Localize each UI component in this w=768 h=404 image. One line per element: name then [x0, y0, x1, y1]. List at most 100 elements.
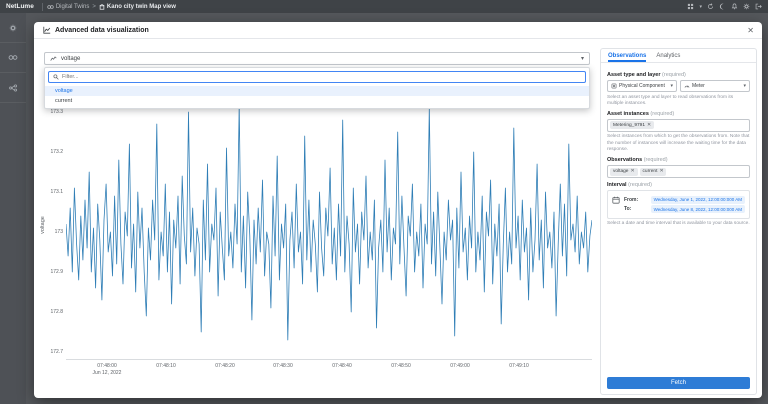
gear-icon — [9, 24, 17, 32]
asset-type-select[interactable]: Physical Component ▾ — [607, 80, 677, 92]
tab-analytics[interactable]: Analytics — [656, 49, 680, 62]
x-tick: 07:48:30 — [273, 363, 292, 369]
observation-chip: current ✕ — [640, 168, 667, 176]
breadcrumb-page-label: Kano city twin Map view — [107, 4, 176, 10]
interval-from-value[interactable]: Wednesday, June 1, 2022, 12:00:00:000 AM — [651, 196, 745, 204]
dropdown-filter[interactable] — [48, 71, 586, 83]
dropdown-option-current[interactable]: current — [45, 96, 589, 106]
asset-type-value: Physical Component — [619, 83, 665, 89]
close-icon[interactable]: ✕ — [747, 26, 754, 35]
tab-observations[interactable]: Observations — [608, 49, 646, 62]
chip-remove-icon[interactable]: ✕ — [630, 169, 634, 174]
x-tick-date: Jun 12, 2022 — [93, 370, 122, 376]
sidebar-item-settings[interactable] — [0, 13, 26, 43]
observations-label: Observations (required) — [607, 157, 750, 163]
chevron-down-icon: ▾ — [670, 84, 673, 89]
y-tick: 173.1 — [36, 189, 63, 195]
twin-building-icon — [99, 4, 105, 10]
interval-help: Select a date and time interval that is … — [607, 221, 750, 227]
digital-twins-icon — [47, 4, 54, 10]
interval-to-label: To: — [624, 206, 631, 212]
apps-chevron-down-icon[interactable]: ▾ — [699, 4, 702, 10]
asset-instances-input[interactable]: Metering_9791 ✕ — [607, 119, 750, 132]
chip-remove-icon[interactable]: ✕ — [659, 169, 663, 174]
chip-remove-icon[interactable]: ✕ — [647, 123, 651, 128]
voltage-series — [66, 100, 592, 360]
brand-logo[interactable]: NetLume — [6, 3, 34, 10]
sign-out-icon[interactable] — [755, 3, 762, 10]
breadcrumb-digital-twins[interactable]: Digital Twins — [47, 4, 90, 10]
topbar-actions: ▾ — [687, 3, 762, 10]
breadcrumb-page[interactable]: Kano city twin Map view — [99, 4, 176, 10]
observations-label-text: Observations — [607, 157, 642, 163]
physical-component-icon — [611, 83, 617, 89]
observation-chip-label: current — [643, 169, 658, 174]
advanced-data-visualization-modal: Advanced data visualization ✕ voltage ▾ … — [34, 22, 762, 398]
left-sidebar — [0, 13, 26, 404]
app-canvas: NetLume Digital Twins > Kano city twin M… — [0, 0, 768, 404]
asset-instances-help: Select instances from which to get the o… — [607, 134, 750, 153]
notifications-bell-icon[interactable] — [731, 3, 738, 10]
observations-input[interactable]: voltage ✕ current ✕ — [607, 165, 750, 178]
y-tick: 172.8 — [36, 309, 63, 315]
layer-select[interactable]: Meter ▾ — [680, 80, 750, 92]
fetch-button[interactable]: Fetch — [607, 377, 750, 389]
panel-tabs: Observations Analytics — [601, 49, 756, 63]
x-tick: 07:48:50 — [391, 363, 410, 369]
asset-type-label-text: Asset type and layer — [607, 72, 661, 78]
x-tick: 07:48:40 — [332, 363, 351, 369]
twins-infinity-icon — [8, 54, 18, 61]
flow-branch-icon — [9, 84, 18, 92]
asset-type-help: Select an asset type and layer to read o… — [607, 95, 750, 107]
y-tick: 173.2 — [36, 149, 63, 155]
y-axis-title: voltage — [40, 210, 46, 240]
search-icon — [53, 74, 59, 80]
required-hint: (required) — [650, 111, 674, 117]
query-config-panel: Observations Analytics Asset type and la… — [600, 48, 757, 395]
y-tick: 172.7 — [36, 349, 63, 355]
asset-instances-label: Asset instances (required) — [607, 111, 750, 117]
breadcrumb-section-label: Digital Twins — [56, 4, 90, 10]
layer-value: Meter — [692, 83, 705, 89]
interval-to-value[interactable]: Wednesday, June 8, 2022, 12:00:00:000 AM — [651, 205, 745, 213]
apps-grid-icon[interactable] — [687, 3, 694, 10]
variable-dropdown: voltage current — [44, 67, 590, 109]
x-tick: 07:48:00 — [97, 363, 116, 369]
x-tick: 07:49:00 — [450, 363, 469, 369]
y-tick: 173 — [36, 229, 63, 235]
modal-header: Advanced data visualization ✕ — [34, 22, 762, 39]
asset-type-label: Asset type and layer (required) — [607, 72, 750, 78]
instance-chip-label: Metering_9791 — [613, 123, 645, 128]
instance-chip: Metering_9791 ✕ — [610, 121, 654, 129]
refresh-icon[interactable] — [707, 3, 714, 10]
voltage-timeseries-plot[interactable] — [66, 100, 592, 360]
required-hint: (required) — [644, 157, 668, 163]
y-tick: 172.9 — [36, 269, 63, 275]
chevron-down-icon: ▾ — [581, 56, 584, 62]
breadcrumb-separator: > — [92, 4, 96, 10]
dropdown-option-voltage[interactable]: voltage — [45, 86, 589, 96]
modal-title: Advanced data visualization — [55, 27, 149, 34]
required-hint: (required) — [628, 182, 652, 188]
line-chart-icon — [43, 26, 51, 34]
asset-instances-label-text: Asset instances — [607, 111, 649, 117]
panel-body: Asset type and layer (required) Physical… — [601, 64, 756, 374]
chevron-down-icon: ▾ — [743, 84, 746, 89]
dark-mode-moon-icon[interactable] — [719, 3, 726, 10]
topbar-divider — [42, 3, 43, 11]
interval-label: Interval (required) — [607, 182, 750, 188]
observation-chip: voltage ✕ — [610, 168, 638, 176]
variable-select-value: voltage — [61, 56, 80, 62]
filter-input[interactable] — [62, 74, 581, 80]
interval-picker: From: Wednesday, June 1, 2022, 12:00:00:… — [607, 190, 750, 219]
interval-from-label: From: — [624, 197, 638, 203]
required-hint: (required) — [662, 72, 686, 78]
y-tick: 173.3 — [36, 109, 63, 115]
interval-label-text: Interval — [607, 182, 627, 188]
variable-select[interactable]: voltage ▾ — [44, 52, 590, 65]
x-tick: 07:48:10 — [156, 363, 175, 369]
sidebar-item-flows[interactable] — [0, 73, 26, 103]
sidebar-item-digital-twins[interactable] — [0, 43, 26, 73]
settings-gear-icon[interactable] — [743, 3, 750, 10]
calendar-icon[interactable] — [612, 194, 620, 215]
